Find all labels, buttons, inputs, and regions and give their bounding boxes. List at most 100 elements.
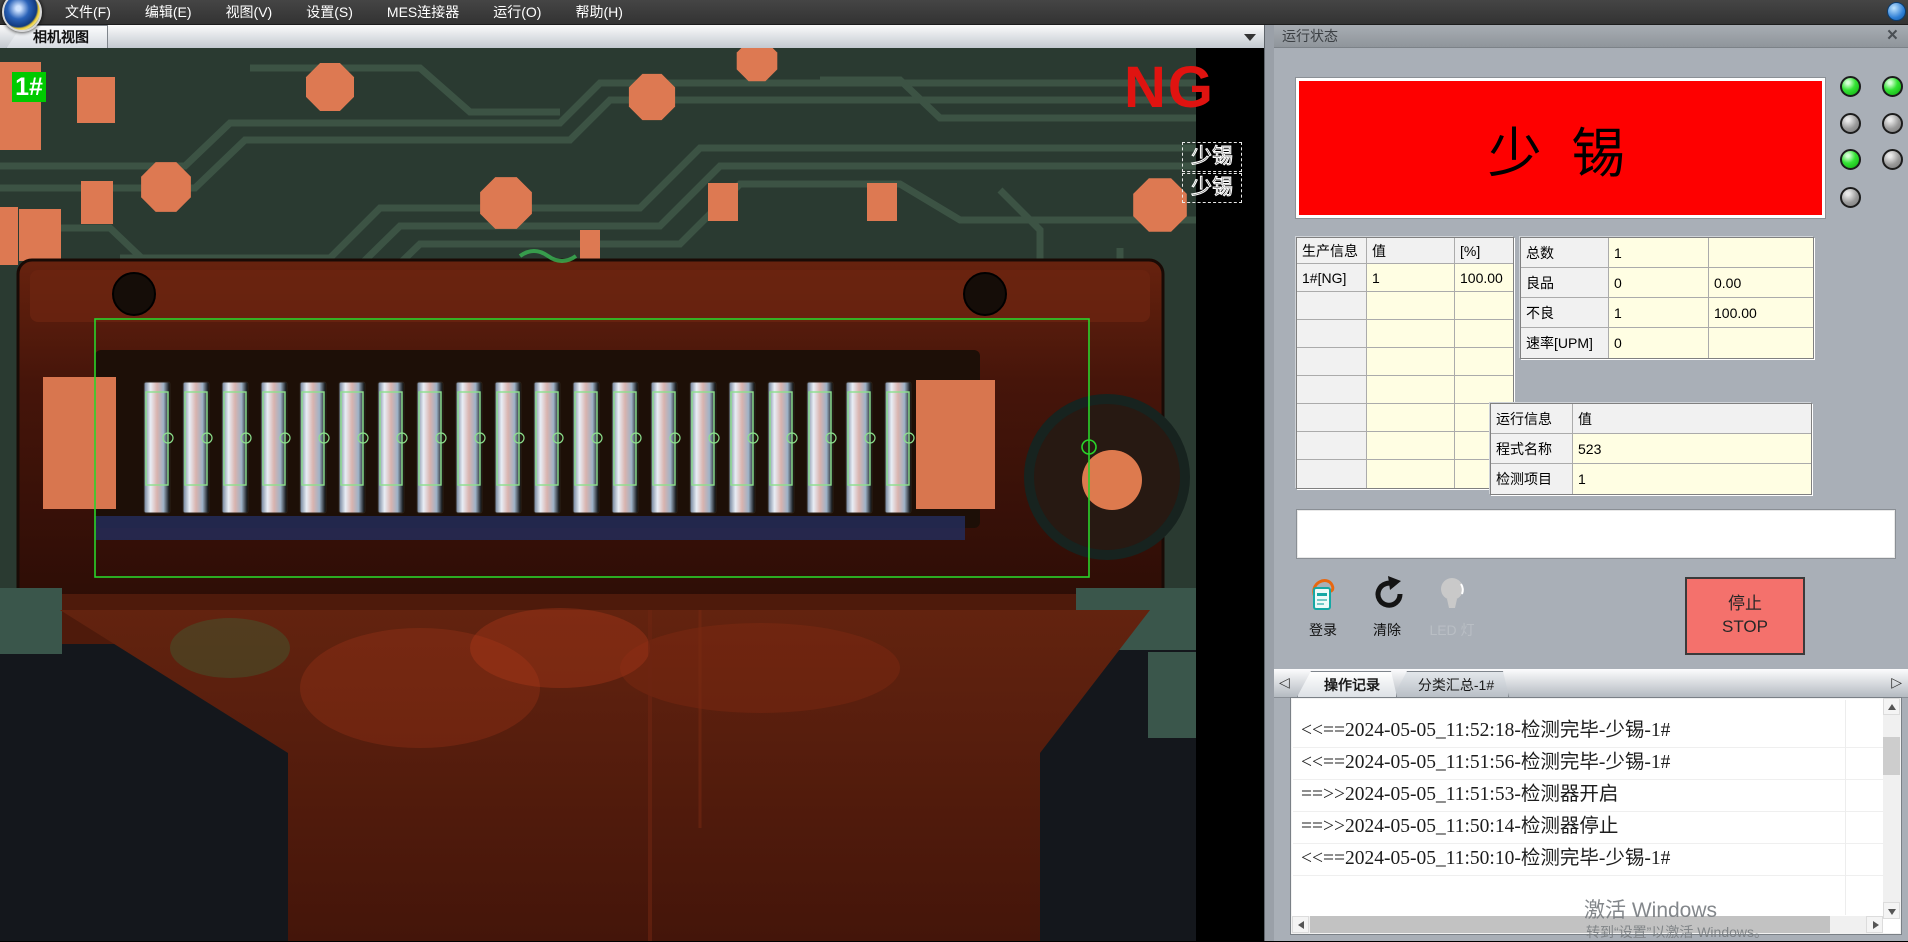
clear-label: 清除 xyxy=(1355,620,1419,640)
cell xyxy=(1297,460,1367,488)
table-row: 不良1100.00 xyxy=(1521,298,1813,328)
status-led-green xyxy=(1840,76,1861,97)
cell: 0 xyxy=(1609,328,1709,358)
menu-item-4[interactable]: MES连接器 xyxy=(370,0,476,24)
scroll-right-button[interactable] xyxy=(1866,916,1883,933)
menu-item-6[interactable]: 帮助(H) xyxy=(558,0,639,24)
cell xyxy=(1367,404,1455,432)
cell xyxy=(1455,292,1513,320)
cell: 1 xyxy=(1609,238,1709,268)
pcb-scene xyxy=(0,48,1264,941)
stop-button[interactable]: 停止 STOP xyxy=(1685,577,1805,655)
cell: 1 xyxy=(1573,464,1811,494)
cell xyxy=(1455,376,1513,404)
vertical-scroll-thumb[interactable] xyxy=(1883,737,1900,775)
scroll-up-button[interactable] xyxy=(1883,698,1900,715)
tab-scroll-left-icon[interactable]: ◁ xyxy=(1279,674,1290,691)
table-row: 总数1 xyxy=(1521,238,1813,268)
menu-item-5[interactable]: 运行(O) xyxy=(476,0,558,24)
yield-stats-table: 总数1良品00.00不良1100.00速率[UPM]0 xyxy=(1520,237,1814,359)
cell xyxy=(1455,348,1513,376)
cell xyxy=(1367,432,1455,460)
panel-title: 运行状态 xyxy=(1282,28,1338,44)
table-row: 程式名称523 xyxy=(1491,434,1811,464)
light-bulb-icon xyxy=(1434,575,1470,611)
chevron-down-icon[interactable] xyxy=(1244,34,1256,41)
scroll-down-button[interactable] xyxy=(1883,902,1900,919)
cell: 1 xyxy=(1367,264,1455,292)
tab-scroll-right-icon[interactable]: ▷ xyxy=(1891,674,1902,691)
status-led-gray xyxy=(1882,149,1903,170)
cell: 100.00 xyxy=(1709,298,1813,328)
vertical-scrollbar[interactable] xyxy=(1883,699,1900,918)
cell xyxy=(1709,328,1813,358)
cell: 523 xyxy=(1573,434,1811,464)
circular-arrow-icon xyxy=(1369,575,1405,611)
inspection-result-text: NG xyxy=(1124,54,1215,121)
station-label: 1# xyxy=(12,72,46,102)
table-row xyxy=(1297,292,1513,320)
view-tab-bar: 相机视图 xyxy=(0,24,1264,49)
stop-label-cn: 停止 xyxy=(1687,593,1803,616)
table-header-row: 生产信息值[%] xyxy=(1297,238,1513,264)
defect-banner-text: 少 锡 xyxy=(1488,109,1634,188)
table-row xyxy=(1297,320,1513,348)
header-cell: 值 xyxy=(1573,404,1811,434)
stop-label-en: STOP xyxy=(1687,616,1803,639)
windows-activation-watermark: 激活 Windows xyxy=(1584,894,1717,924)
cell: 良品 xyxy=(1521,268,1609,298)
defect-banner: 少 锡 xyxy=(1296,78,1825,218)
scroll-left-button[interactable] xyxy=(1292,916,1309,933)
header-cell: [%] xyxy=(1455,238,1513,264)
cell xyxy=(1297,376,1367,404)
header-cell: 运行信息 xyxy=(1491,404,1573,434)
login-button[interactable]: 登录 xyxy=(1291,575,1355,640)
status-led-green xyxy=(1882,76,1903,97)
camera-pane: 相机视图 xyxy=(0,24,1264,941)
menu-item-2[interactable]: 视图(V) xyxy=(209,0,290,24)
cell: 0.00 xyxy=(1709,268,1813,298)
log-entry: <<==2024-05-05_11:50:10-检测完毕-少锡-1# xyxy=(1293,844,1884,876)
led-light-button[interactable]: LED 灯 xyxy=(1420,575,1484,640)
message-box xyxy=(1296,509,1896,559)
production-info-table: 生产信息值[%]1#[NG]1100.00 xyxy=(1296,237,1514,489)
log-entry: <<==2024-05-05_11:51:56-检测完毕-少锡-1# xyxy=(1293,748,1884,780)
cell: 不良 xyxy=(1521,298,1609,328)
cell: 总数 xyxy=(1521,238,1609,268)
cell: 0 xyxy=(1609,268,1709,298)
close-icon[interactable]: × xyxy=(1887,26,1898,46)
table-row xyxy=(1297,376,1513,404)
log-tab-0[interactable]: 操作记录 xyxy=(1297,671,1397,697)
defect-tag: 少锡 xyxy=(1182,173,1242,203)
clear-button[interactable]: 清除 xyxy=(1355,575,1419,640)
menu-item-0[interactable]: 文件(F) xyxy=(48,0,128,24)
status-led-gray xyxy=(1882,113,1903,134)
status-led-gray xyxy=(1840,187,1861,208)
camera-image: 1# NG 少锡少锡 xyxy=(0,48,1264,941)
cell xyxy=(1297,292,1367,320)
table-row xyxy=(1297,404,1513,432)
menu-item-1[interactable]: 编辑(E) xyxy=(128,0,209,24)
cell xyxy=(1297,320,1367,348)
log-tab-1[interactable]: 分类汇总-1# xyxy=(1393,671,1509,697)
log-entry: ==>>2024-05-05_11:50:14-检测器停止 xyxy=(1293,812,1884,844)
led-label: LED 灯 xyxy=(1420,620,1484,640)
log-tab-strip: ◁ 操作记录分类汇总-1# ▷ xyxy=(1274,669,1908,698)
login-label: 登录 xyxy=(1291,620,1355,640)
table-header-row: 运行信息值 xyxy=(1491,404,1811,434)
cell xyxy=(1367,292,1455,320)
menu-bar: 文件(F)编辑(E)视图(V)设置(S)MES连接器运行(O)帮助(H) xyxy=(0,0,1908,25)
log-list: <<==2024-05-05_11:52:18-检测完毕-少锡-1#<<==20… xyxy=(1293,700,1884,915)
table-row xyxy=(1297,460,1513,488)
cell: 检测项目 xyxy=(1491,464,1573,494)
cell xyxy=(1367,376,1455,404)
menu-item-3[interactable]: 设置(S) xyxy=(289,0,370,24)
windows-activation-watermark-sub: 转到“设置”以激活 Windows。 xyxy=(1586,922,1768,942)
status-led-gray xyxy=(1840,113,1861,134)
cell xyxy=(1367,460,1455,488)
cell xyxy=(1709,238,1813,268)
cell xyxy=(1367,348,1455,376)
table-row xyxy=(1297,432,1513,460)
table-row: 良品00.00 xyxy=(1521,268,1813,298)
table-row: 检测项目1 xyxy=(1491,464,1811,494)
